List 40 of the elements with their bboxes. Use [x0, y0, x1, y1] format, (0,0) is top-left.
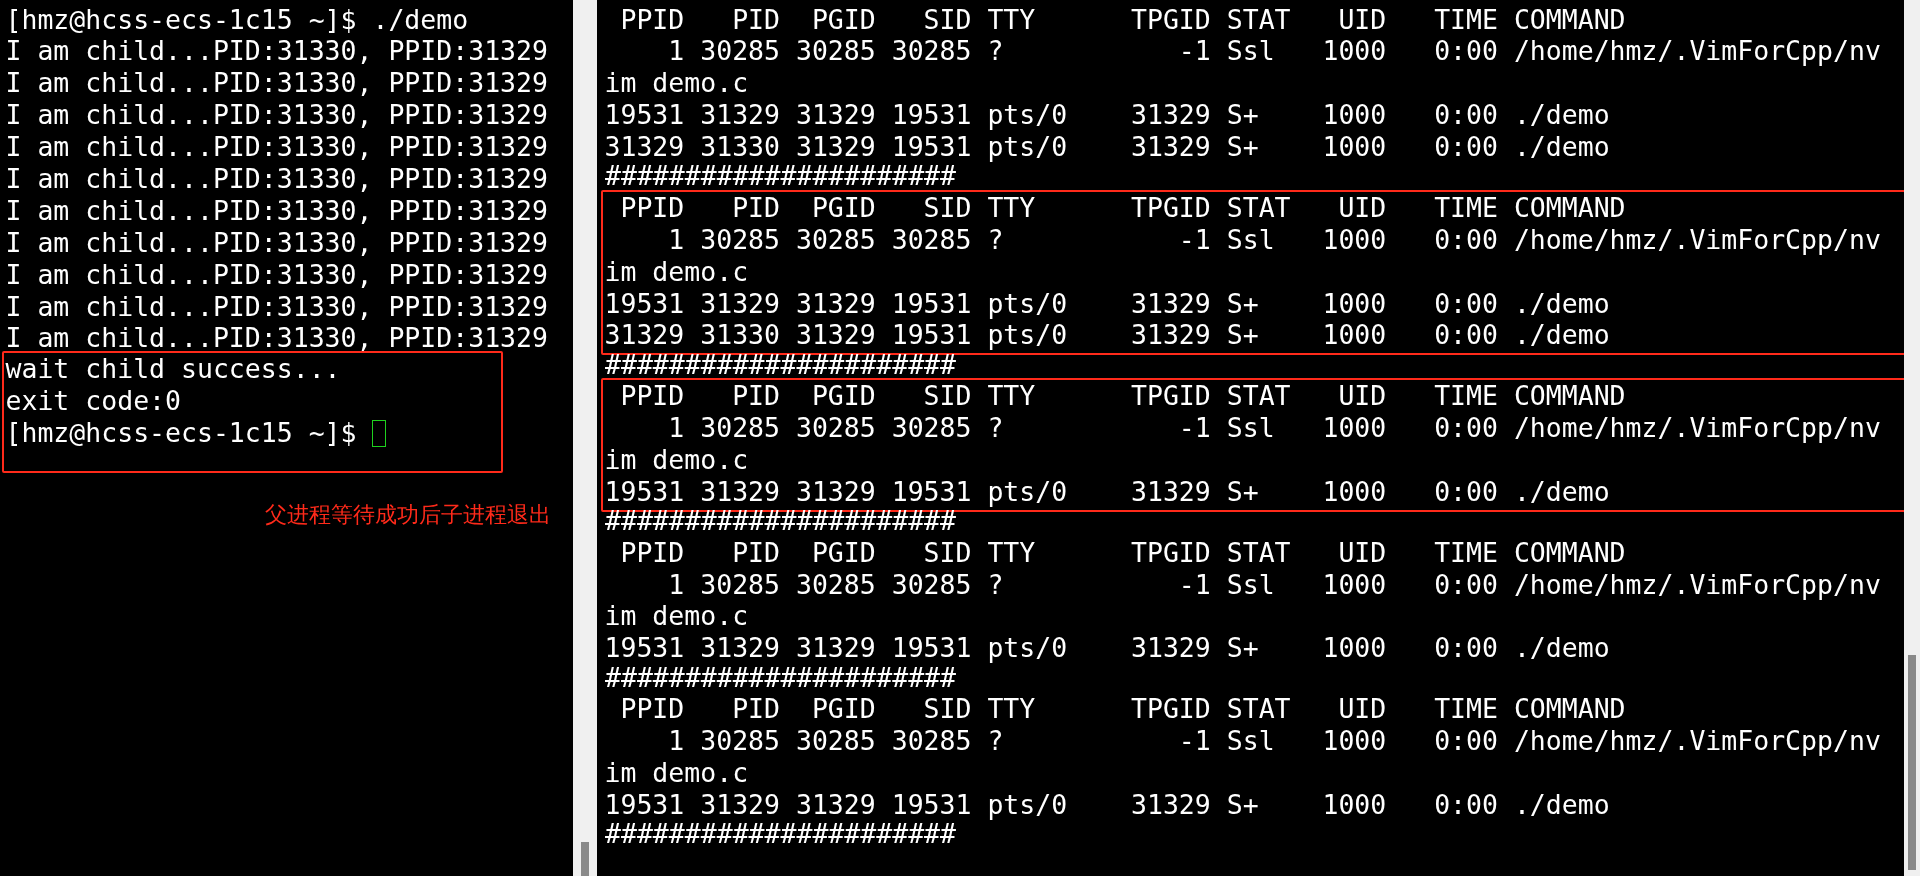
terminal-line: ######################	[605, 818, 956, 851]
terminal-line: 1 30285 30285 30285 ? -1 Ssl 1000 0:00 /home/hmz/.VimForCpp/nv	[667, 412, 1881, 444]
terminal-line: I am child...PID:31330, PPID:31329	[5, 162, 548, 195]
terminal-line: im demo.c	[604, 255, 749, 288]
scrollbar-thumb[interactable]	[581, 842, 589, 876]
terminal-line: wait child success...	[5, 353, 341, 386]
terminal-line: PPID PID PGID SID TTY TPGID STAT UID TIME COMMAND	[619, 191, 1626, 224]
terminal-line: im demo.c	[604, 756, 749, 789]
terminal-line: PPID PID PGID SID TTY TPGID STAT UID TIME COMMAND	[619, 3, 1626, 36]
terminal-line: PPID PID PGID SID TTY TPGID STAT UID TIME COMMAND	[619, 380, 1626, 413]
terminal-line: 1 30285 30285 30285 ? -1 Ssl 1000 0:00 /home/hmz/.VimForCpp/nv	[667, 223, 1881, 256]
terminal-line: 1 30285 30285 30285 ? -1 Ssl 1000 0:00 /home/hmz/.VimForCpp/nv	[667, 568, 1881, 601]
terminal-line: I am child...PID:31330, PPID:31329	[5, 226, 548, 259]
terminal-line: 1 30285 30285 30285 ? -1 Ssl 1000 0:00 /home/hmz/.VimForCpp/nv	[667, 725, 1881, 757]
terminal-line: 1 30285 30285 30285 ? -1 Ssl 1000 0:00 /home/hmz/.VimForCpp/nv	[667, 35, 1881, 68]
terminal-line: I am child...PID:31330, PPID:31329	[5, 131, 548, 163]
annotation-text: 父进程等待成功后子进程退出	[265, 501, 551, 530]
terminal-line: I am child...PID:31330, PPID:31329	[5, 67, 548, 100]
terminal-line: 31329 31330 31329 19531 pts/0 31329 S+ 1000 0:00 ./demo	[604, 131, 1610, 163]
terminal-line: [hmz@hcss-ecs-1c15 ~]$	[5, 417, 358, 449]
terminal-line: I am child...PID:31330, PPID:31329	[5, 35, 548, 68]
terminal-line: 19531 31329 31329 19531 pts/0 31329 S+ 1000 0:00 ./demo	[604, 788, 1610, 821]
terminal-line: I am child...PID:31330, PPID:31329	[5, 99, 548, 132]
terminal-line: ######################	[605, 505, 956, 538]
terminal-line: im demo.c	[604, 443, 749, 476]
terminal-line: I am child...PID:31330, PPID:31329	[5, 194, 548, 227]
terminal-line: im demo.c	[604, 600, 749, 633]
terminal-line: ######################	[605, 160, 956, 193]
terminal-line: exit code:0	[5, 385, 181, 418]
terminal-line: [hmz@hcss-ecs-1c15 ~]$ ./demo	[5, 3, 469, 36]
terminal-line: I am child...PID:31330, PPID:31329	[5, 290, 548, 323]
terminal-line: I am child...PID:31330, PPID:31329	[5, 322, 548, 355]
terminal-line: im demo.c	[604, 67, 749, 100]
terminal-line: PPID PID PGID SID TTY TPGID STAT UID TIME COMMAND	[619, 536, 1626, 569]
terminal-line: 19531 31329 31329 19531 pts/0 31329 S+ 1000 0:00 ./demo	[604, 475, 1610, 508]
terminal-line: 19531 31329 31329 19531 pts/0 31329 S+ 1000 0:00 ./demo	[604, 99, 1610, 132]
terminal-line: I am child...PID:31330, PPID:31329	[5, 258, 548, 291]
terminal-line: PPID PID PGID SID TTY TPGID STAT UID TIME COMMAND	[619, 693, 1626, 725]
scrollbar-thumb[interactable]	[1908, 655, 1916, 870]
terminal-line: 19531 31329 31329 19531 pts/0 31329 S+ 1000 0:00 ./demo	[604, 287, 1610, 320]
